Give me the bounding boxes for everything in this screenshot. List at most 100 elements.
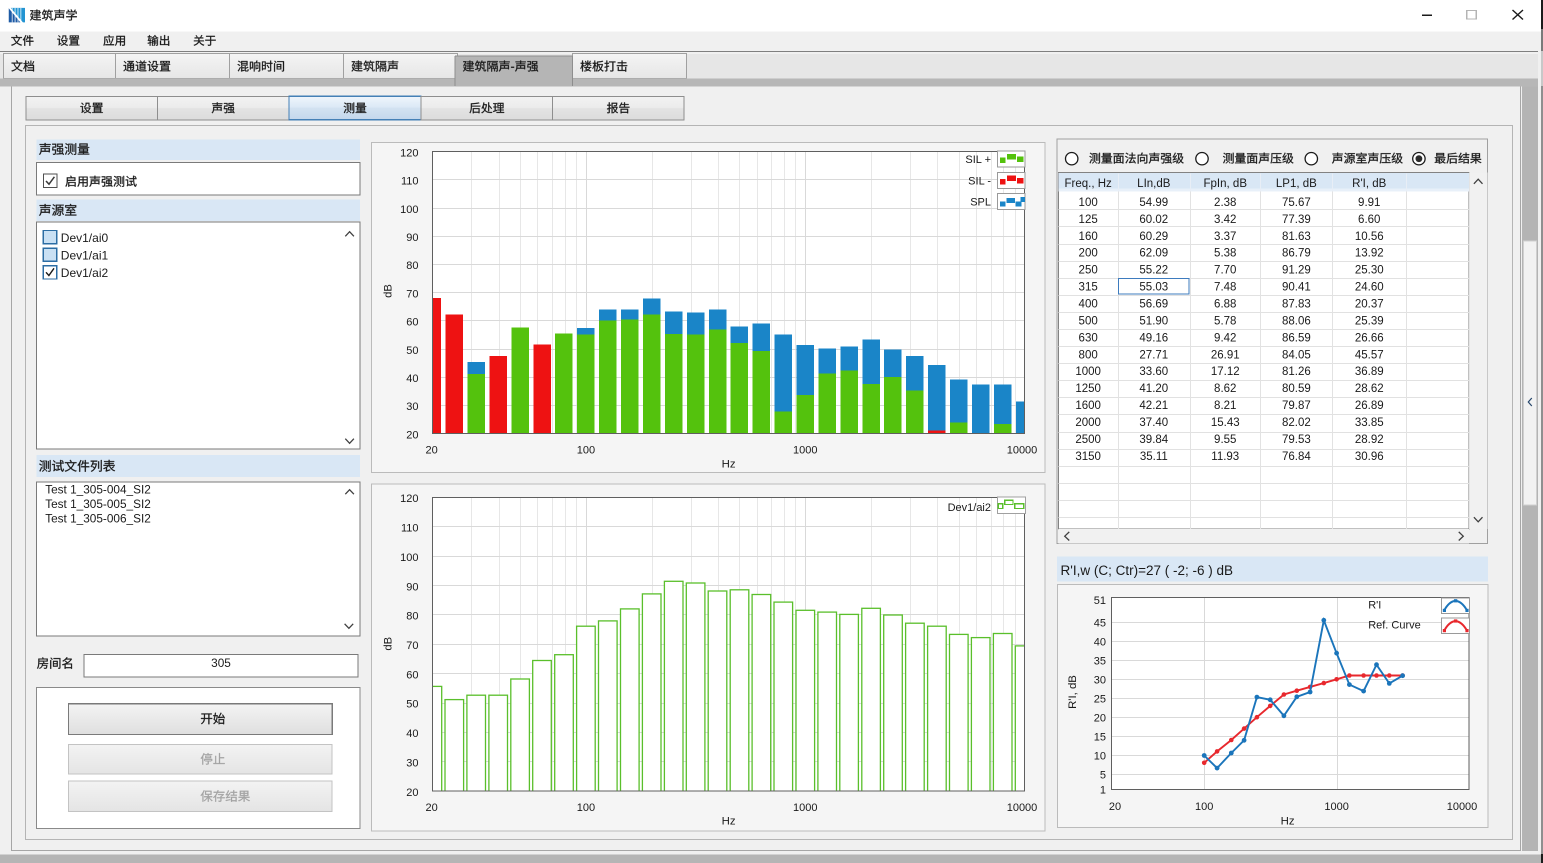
svg-text:45.57: 45.57 — [1355, 349, 1384, 361]
svg-text:Test 1_305-005_SI2: Test 1_305-005_SI2 — [45, 497, 151, 511]
svg-text:26.66: 26.66 — [1355, 332, 1384, 344]
svg-text:91.29: 91.29 — [1282, 265, 1311, 277]
svg-text:Test 1_305-006_SI2: Test 1_305-006_SI2 — [45, 511, 151, 525]
svg-text:Dev1/ai2: Dev1/ai2 — [948, 502, 991, 514]
svg-text:10000: 10000 — [1007, 802, 1038, 814]
svg-text:7.48: 7.48 — [1214, 282, 1236, 294]
svg-text:20: 20 — [425, 802, 437, 814]
svg-text:3150: 3150 — [1075, 451, 1101, 463]
svg-text:60: 60 — [406, 317, 418, 329]
svg-text:26.91: 26.91 — [1211, 349, 1240, 361]
svg-text:100: 100 — [577, 802, 595, 814]
svg-text:dB: dB — [383, 637, 395, 651]
svg-text:2.38: 2.38 — [1214, 197, 1236, 209]
svg-text:80.59: 80.59 — [1282, 383, 1311, 395]
svg-text:LP1, dB: LP1, dB — [1276, 178, 1317, 190]
svg-text:86.79: 86.79 — [1282, 248, 1311, 260]
svg-text:315: 315 — [1079, 282, 1098, 294]
svg-text:60.02: 60.02 — [1139, 214, 1168, 226]
svg-text:100: 100 — [400, 204, 418, 216]
svg-text:FpIn, dB: FpIn, dB — [1204, 178, 1248, 190]
svg-text:30: 30 — [1094, 675, 1106, 687]
svg-text:800: 800 — [1079, 349, 1098, 361]
svg-text:80: 80 — [406, 260, 418, 272]
svg-text:90: 90 — [406, 232, 418, 244]
svg-text:1600: 1600 — [1075, 400, 1101, 412]
svg-text:20: 20 — [1094, 712, 1106, 724]
svg-text:11.93: 11.93 — [1211, 451, 1239, 463]
svg-text:30: 30 — [406, 401, 418, 413]
svg-text:45: 45 — [1094, 618, 1106, 630]
svg-text:7.70: 7.70 — [1214, 265, 1236, 277]
svg-text:17.12: 17.12 — [1211, 366, 1240, 378]
svg-text:90: 90 — [406, 581, 418, 593]
svg-text:40: 40 — [406, 373, 418, 385]
svg-text:42.21: 42.21 — [1139, 400, 1168, 412]
svg-text:3.42: 3.42 — [1214, 214, 1236, 226]
svg-text:1000: 1000 — [793, 444, 817, 456]
svg-text:70: 70 — [406, 288, 418, 300]
svg-text:84.05: 84.05 — [1282, 349, 1311, 361]
svg-text:200: 200 — [1079, 248, 1098, 260]
svg-text:88.06: 88.06 — [1282, 315, 1311, 327]
svg-text:100: 100 — [400, 552, 418, 564]
svg-text:Dev1/ai2: Dev1/ai2 — [61, 266, 109, 280]
svg-text:76.84: 76.84 — [1282, 451, 1311, 463]
svg-text:30: 30 — [406, 757, 418, 769]
svg-text:30.96: 30.96 — [1355, 451, 1384, 463]
svg-text:28.92: 28.92 — [1355, 434, 1384, 446]
svg-text:35.11: 35.11 — [1140, 451, 1168, 463]
svg-text:20: 20 — [1109, 801, 1121, 813]
svg-text:5: 5 — [1100, 769, 1106, 781]
svg-text:13.92: 13.92 — [1355, 248, 1384, 260]
svg-text:15: 15 — [1094, 731, 1106, 743]
svg-text:110: 110 — [401, 176, 419, 188]
svg-text:9.55: 9.55 — [1214, 434, 1236, 446]
svg-text:SIL -: SIL - — [968, 175, 991, 187]
svg-text:100: 100 — [1079, 197, 1098, 209]
svg-text:500: 500 — [1079, 315, 1098, 327]
svg-text:86.59: 86.59 — [1282, 332, 1311, 344]
svg-text:62.09: 62.09 — [1139, 248, 1168, 260]
svg-text:55.22: 55.22 — [1139, 265, 1168, 277]
svg-text:75.67: 75.67 — [1282, 197, 1311, 209]
svg-text:1: 1 — [1100, 785, 1106, 797]
svg-text:Dev1/ai1: Dev1/ai1 — [61, 249, 109, 263]
svg-text:8.62: 8.62 — [1214, 383, 1236, 395]
svg-text:82.02: 82.02 — [1282, 417, 1311, 429]
svg-text:dB: dB — [383, 284, 395, 298]
svg-text:81.63: 81.63 — [1282, 231, 1311, 243]
svg-text:60: 60 — [406, 669, 418, 681]
svg-text:5.38: 5.38 — [1214, 248, 1236, 260]
svg-text:100: 100 — [1195, 801, 1213, 813]
svg-text:40: 40 — [406, 728, 418, 740]
svg-text:20: 20 — [425, 444, 437, 456]
svg-text:60.29: 60.29 — [1139, 231, 1168, 243]
svg-text:8.21: 8.21 — [1214, 400, 1236, 412]
svg-text:120: 120 — [400, 493, 418, 505]
svg-text:R'I: R'I — [1368, 600, 1381, 612]
svg-text:27.71: 27.71 — [1139, 349, 1168, 361]
svg-text:25.30: 25.30 — [1355, 265, 1384, 277]
svg-text:20.37: 20.37 — [1355, 298, 1384, 310]
svg-text:Dev1/ai0: Dev1/ai0 — [61, 231, 109, 245]
svg-text:LIn,dB: LIn,dB — [1137, 178, 1171, 190]
svg-text:80: 80 — [406, 611, 418, 623]
svg-text:15.43: 15.43 — [1211, 417, 1240, 429]
svg-text:1000: 1000 — [793, 802, 817, 814]
svg-text:20: 20 — [406, 787, 418, 799]
svg-text:40: 40 — [1094, 637, 1106, 649]
svg-text:90.41: 90.41 — [1282, 282, 1311, 294]
svg-text:6.88: 6.88 — [1214, 298, 1236, 310]
svg-text:77.39: 77.39 — [1282, 214, 1311, 226]
svg-text:120: 120 — [400, 148, 418, 160]
svg-text:1250: 1250 — [1075, 383, 1101, 395]
svg-text:56.69: 56.69 — [1139, 298, 1168, 310]
svg-text:630: 630 — [1079, 332, 1098, 344]
svg-text:37.40: 37.40 — [1139, 417, 1168, 429]
svg-text:87.83: 87.83 — [1282, 298, 1311, 310]
svg-text:250: 250 — [1079, 265, 1098, 277]
svg-text:2500: 2500 — [1075, 434, 1101, 446]
svg-text:SPL: SPL — [970, 197, 991, 209]
svg-text:100: 100 — [577, 444, 595, 456]
